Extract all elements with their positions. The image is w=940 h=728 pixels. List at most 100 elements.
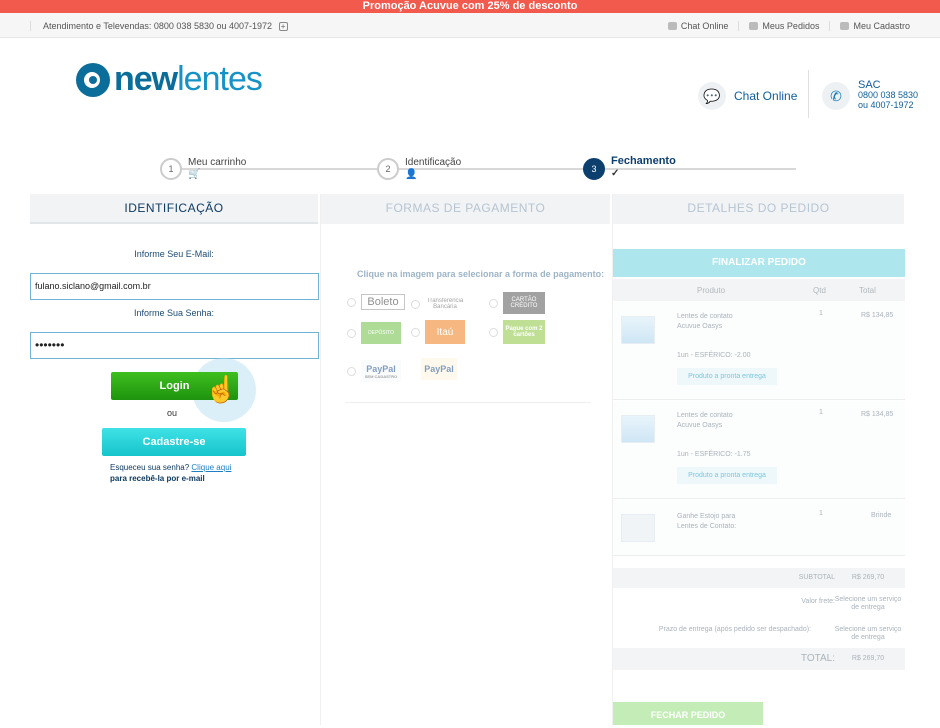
pay-option-transfer[interactable]: Transferência Bancária bbox=[411, 294, 465, 314]
steps-line bbox=[172, 168, 796, 170]
delivery-value: Selecione um serviço de entrega bbox=[834, 626, 902, 641]
step-number: 1 bbox=[160, 158, 182, 180]
delivery-label: Prazo de entrega (após pedido ser despac… bbox=[658, 626, 811, 633]
step-identification[interactable]: 2 Identificação 👤 bbox=[377, 157, 461, 180]
payment-title: FORMAS DE PAGAMENTO bbox=[321, 194, 610, 224]
forgot-link[interactable]: Clique aqui bbox=[191, 463, 231, 472]
chat-icon bbox=[667, 22, 677, 30]
pay-option-boleto[interactable]: Boleto bbox=[347, 294, 405, 310]
pay-option-two-cards[interactable]: Pague com 2 cartões bbox=[489, 320, 545, 344]
logo-part2: lentes bbox=[177, 60, 263, 98]
pay-option-itau[interactable]: Itaú bbox=[411, 320, 465, 344]
product-thumbnail bbox=[621, 316, 655, 344]
order-table-header: Produto Qtd Total bbox=[613, 279, 905, 301]
expand-plus-icon[interactable]: + bbox=[278, 22, 288, 31]
step-closing[interactable]: 3 Fechamento ✓ bbox=[583, 155, 676, 180]
chat-bubble-icon: 💬 bbox=[698, 82, 726, 110]
top-link-account[interactable]: Meu Cadastro bbox=[830, 21, 910, 31]
logo-eye-icon bbox=[76, 62, 110, 97]
item-qty: 1 bbox=[819, 409, 823, 416]
item-name-line2: Acuvue Oasys bbox=[677, 323, 723, 330]
item-name-line2: Acuvue Oasys bbox=[677, 422, 723, 429]
order-item: Ganhe Estojo para Lentes de Contato: 1 Br… bbox=[613, 500, 905, 556]
step-label: Fechamento bbox=[611, 155, 676, 167]
deposit-logo: DEPÓSITO bbox=[361, 322, 401, 344]
top-link-orders[interactable]: Meus Pedidos bbox=[739, 21, 831, 31]
radio[interactable] bbox=[347, 297, 356, 307]
order-title: DETALHES DO PEDIDO bbox=[613, 194, 904, 224]
paypal-guest-sub: SEM CADASTRO bbox=[364, 373, 398, 379]
logo-part1: new bbox=[114, 60, 178, 98]
pay-option-deposit[interactable]: DEPÓSITO bbox=[347, 322, 401, 344]
password-label: Informe Sua Senha: bbox=[133, 308, 215, 318]
close-order-button[interactable]: FECHAR PEDIDO bbox=[613, 702, 763, 725]
boleto-logo: Boleto bbox=[361, 294, 405, 310]
case-thumbnail bbox=[621, 514, 655, 542]
hand-cursor-icon: ☝ bbox=[205, 374, 238, 404]
top-link-account-label: Meu Cadastro bbox=[853, 21, 910, 31]
forgot-text: Esqueceu sua senha? bbox=[110, 463, 190, 472]
cart-icon: 🛒 bbox=[188, 169, 201, 180]
pay-option-paypal[interactable]: PayPal bbox=[421, 358, 457, 380]
payment-panel: FORMAS DE PAGAMENTO Clique na imagem par… bbox=[320, 194, 610, 725]
item-name: Lentes de contato Acuvue Oasys bbox=[677, 312, 733, 332]
item-qty: 1 bbox=[819, 310, 823, 317]
freight-label: Valor frete: bbox=[801, 598, 835, 605]
phone-info: Atendimento e Televendas: 0800 038 5830 … bbox=[30, 21, 288, 31]
step-label: Meu carrinho bbox=[188, 157, 247, 168]
person-icon: 👤 bbox=[405, 169, 418, 180]
email-label: Informe Seu E-Mail: bbox=[134, 249, 214, 259]
credit-card-logo: CARTÃO CRÉDITO bbox=[503, 292, 545, 314]
item-name-line2: Lentes de Contato: bbox=[677, 523, 737, 530]
item-name-line1: Lentes de contato bbox=[677, 313, 733, 320]
or-text: ou bbox=[167, 408, 178, 418]
header-chat-label: Chat Online bbox=[734, 89, 798, 103]
two-cards-logo: Pague com 2 cartões bbox=[503, 320, 545, 344]
payment-instruction: Clique na imagem para selecionar a forma… bbox=[357, 269, 605, 279]
paypal-guest-logo: PayPal SEM CADASTRO bbox=[361, 360, 401, 382]
radio[interactable] bbox=[347, 366, 356, 376]
item-price: Brinde bbox=[871, 512, 892, 519]
item-spec: 1un - ESFÉRICO: -1.75 bbox=[677, 451, 751, 458]
sac-title: SAC bbox=[858, 79, 881, 91]
pay-option-credit[interactable]: CARTÃO CRÉDITO bbox=[489, 292, 545, 314]
promo-banner[interactable]: Promoção Acuvue com 25% de desconto bbox=[0, 0, 940, 13]
top-link-chat[interactable]: Chat Online bbox=[658, 21, 740, 31]
register-button[interactable]: Cadastre-se bbox=[102, 428, 246, 456]
freight-row: Valor frete: Selecione um serviço de ent… bbox=[613, 594, 905, 616]
radio[interactable] bbox=[411, 327, 420, 337]
radio[interactable] bbox=[347, 328, 356, 338]
subtotal-value: R$ 269,70 bbox=[851, 574, 885, 581]
radio[interactable] bbox=[489, 327, 498, 337]
freight-value: Selecione um serviço de entrega bbox=[834, 596, 902, 611]
in-stock-badge: Produto a pronta entrega bbox=[677, 368, 777, 385]
radio[interactable] bbox=[411, 299, 420, 309]
item-qty: 1 bbox=[819, 510, 823, 517]
header-chat[interactable]: 💬 Chat Online bbox=[698, 82, 797, 110]
top-links: Chat Online Meus Pedidos Meu Cadastro bbox=[658, 21, 910, 31]
order-panel: DETALHES DO PEDIDO FINALIZAR PEDIDO Prod… bbox=[612, 194, 905, 725]
step-cart[interactable]: 1 Meu carrinho 🛒 bbox=[160, 157, 247, 180]
col-product: Produto bbox=[697, 286, 726, 295]
pay-option-paypal-guest[interactable]: PayPal SEM CADASTRO bbox=[347, 360, 401, 382]
password-field[interactable]: ••••••• bbox=[30, 332, 319, 359]
site-logo[interactable]: newlentes bbox=[76, 60, 263, 99]
item-price: R$ 134,85 bbox=[861, 312, 894, 319]
email-field[interactable]: fulano.siclano@gmail.com.br bbox=[30, 273, 319, 300]
step-number: 2 bbox=[377, 158, 399, 180]
paypal-logo: PayPal bbox=[421, 358, 457, 380]
subtotal-row: SUBTOTAL R$ 269,70 bbox=[613, 568, 905, 588]
forgot-password: Esqueceu sua senha? Clique aqui para rec… bbox=[110, 462, 231, 484]
sac-phone1: 0800 038 5830 bbox=[858, 90, 919, 100]
header-sac: ✆ SAC 0800 038 5830 ou 4007-1972 bbox=[822, 79, 919, 110]
forgot-text2: para recebê-la por e-mail bbox=[110, 474, 205, 483]
sac-phone2: ou 4007-1972 bbox=[858, 100, 914, 110]
identification-panel: IDENTIFICAÇÃO Informe Seu E-Mail: fulano… bbox=[30, 194, 319, 725]
item-price: R$ 134,85 bbox=[861, 411, 894, 418]
delivery-row: Prazo de entrega (após pedido ser despac… bbox=[613, 624, 905, 646]
radio[interactable] bbox=[489, 298, 498, 308]
col-qty: Qtd bbox=[813, 286, 826, 295]
itau-logo: Itaú bbox=[425, 320, 465, 344]
finalize-order-button[interactable]: FINALIZAR PEDIDO bbox=[613, 249, 905, 277]
identification-title: IDENTIFICAÇÃO bbox=[30, 194, 318, 224]
